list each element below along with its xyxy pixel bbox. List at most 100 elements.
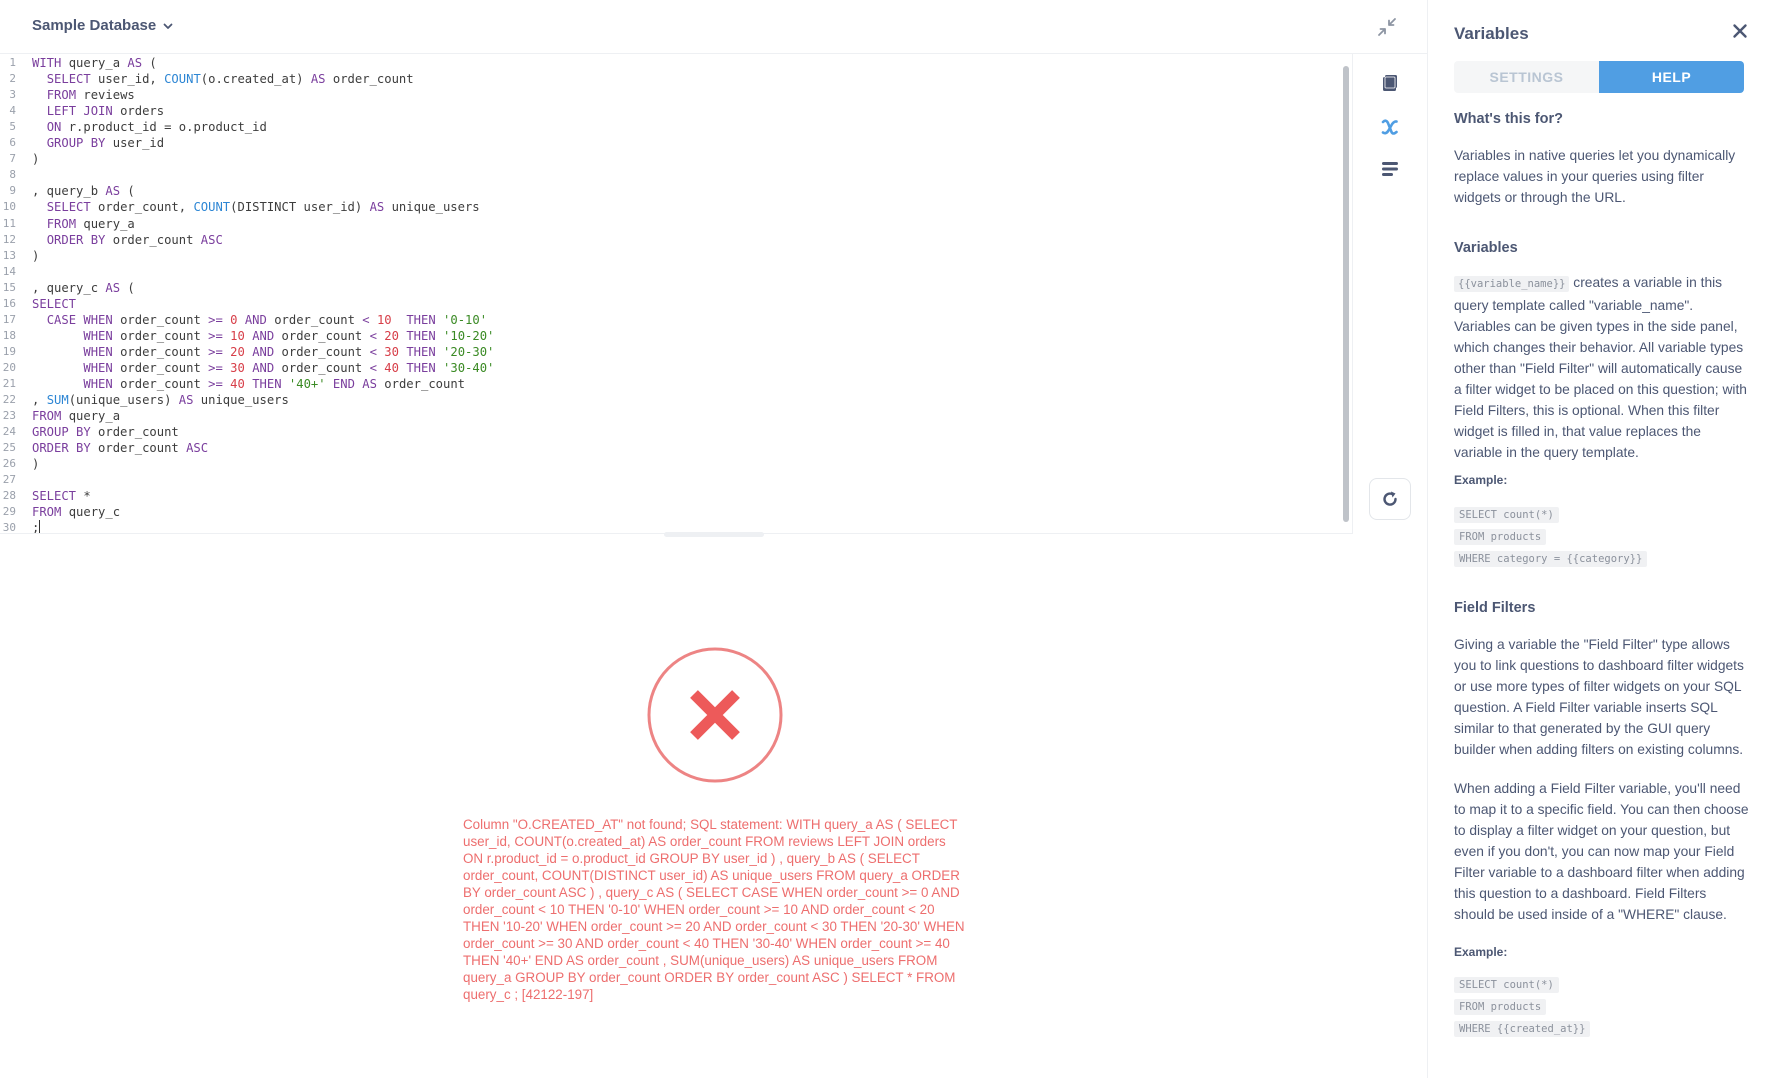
code-text: , query_b AS (: [32, 184, 135, 199]
line-number: 3: [9, 88, 16, 102]
code-text: FROM query_c: [32, 505, 121, 520]
code-text: SELECT order_count, COUNT(DISTINCT user_…: [46, 200, 480, 215]
query-error-panel: Column "O.CREATED_AT" not found; SQL sta…: [0, 536, 1427, 1078]
error-message: Column "O.CREATED_AT" not found; SQL sta…: [463, 817, 965, 1002]
query-editor-main: Sample Database 1 WITH query_a AS (2 SELE…: [0, 0, 1427, 1078]
collapse-icon[interactable]: [1376, 16, 1398, 38]
code-text: FROM query_a: [46, 216, 135, 231]
close-icon[interactable]: [1731, 22, 1749, 40]
code-line: 17 CASE WHEN order_count >= 0 AND order_…: [0, 312, 1330, 328]
variables-heading: Variables: [1454, 240, 1518, 256]
code-text: WHEN order_count >= 40 THEN '40+' END AS…: [83, 377, 466, 391]
code-line: 21 WHEN order_count >= 40 THEN '40+' END…: [0, 376, 1330, 392]
code-line: 2 SELECT user_id, COUNT(o.created_at) AS…: [0, 71, 1330, 87]
field-filters-text: Giving a variable the "Field Filter" typ…: [1454, 637, 1744, 757]
code-line: 23 FROM query_a: [0, 408, 1330, 424]
code-text: SELECT: [32, 296, 77, 311]
example-code-line: WHERE category = {{category}}: [1454, 551, 1648, 567]
line-number: 28: [2, 489, 16, 503]
refresh-icon: [1383, 491, 1397, 506]
code-line: 27: [0, 472, 1330, 488]
code-line: 3 FROM reviews: [0, 87, 1330, 103]
variables-text: {{variable_name}} creates a variable in …: [1454, 272, 1750, 463]
whats-this-for-heading: What's this for?: [1454, 111, 1563, 127]
code-line: 7): [0, 151, 1330, 167]
variables-description: creates a variable in this query templat…: [1454, 275, 1747, 460]
tab-settings[interactable]: SETTINGS: [1454, 61, 1599, 93]
line-number: 25: [2, 441, 16, 455]
line-number: 2: [9, 72, 16, 86]
code-line: 29 FROM query_c: [0, 504, 1330, 520]
sidebar-tabs: SETTINGS HELP: [1454, 61, 1744, 93]
database-name: Sample Database: [32, 17, 157, 34]
variables-button[interactable]: [1373, 110, 1407, 144]
code-text: WHEN order_count >= 10 AND order_count <…: [83, 328, 495, 343]
code-line: 22 , SUM(unique_users) AS unique_users: [0, 392, 1330, 408]
variable-x-icon: [1381, 119, 1398, 135]
line-number: 12: [2, 232, 16, 246]
editor-tool-column: [1352, 54, 1427, 534]
code-text: LEFT JOIN orders: [46, 104, 165, 119]
example-code-line: SELECT count(*): [1454, 977, 1559, 993]
code-text: ORDER BY order_count ASC: [32, 441, 209, 456]
line-number: 9: [9, 184, 16, 198]
snippets-button[interactable]: [1373, 152, 1407, 186]
code-line: 19 WHEN order_count >= 20 AND order_coun…: [0, 344, 1330, 360]
code-line: 6 GROUP BY user_id: [0, 135, 1330, 151]
example-code-line: FROM products: [1454, 999, 1547, 1015]
line-number: 13: [2, 248, 16, 262]
line-number: 10: [2, 200, 16, 214]
line-number: 7: [9, 152, 16, 166]
line-number: 8: [9, 168, 16, 182]
code-line: 24 GROUP BY order_count: [0, 424, 1330, 440]
code-text: FROM reviews: [46, 88, 135, 103]
sql-editor[interactable]: 1 WITH query_a AS (2 SELECT user_id, COUN…: [0, 54, 1352, 534]
code-line: 9 , query_b AS (: [0, 183, 1330, 199]
line-number: 22: [2, 393, 16, 407]
snippet-lines-icon: [1382, 162, 1398, 176]
code-text: , query_c AS (: [32, 280, 135, 295]
line-number: 4: [9, 104, 16, 118]
editor-topbar: Sample Database: [0, 0, 1427, 54]
run-query-button[interactable]: [1369, 478, 1411, 520]
editor-scrollbar[interactable]: [1343, 66, 1349, 522]
code-text: FROM query_a: [32, 409, 121, 424]
code-line: 18 WHEN order_count >= 10 AND order_coun…: [0, 328, 1330, 344]
code-line: 12 ORDER BY order_count ASC: [0, 232, 1330, 248]
line-number: 21: [2, 377, 16, 390]
code-line: 20 WHEN order_count >= 30 AND order_coun…: [0, 360, 1330, 376]
code-text: ): [32, 457, 40, 472]
code-text: WHEN order_count >= 20 AND order_count <…: [83, 344, 495, 359]
code-text: CASE WHEN order_count >= 0 AND order_cou…: [46, 312, 488, 327]
code-text: GROUP BY order_count: [32, 425, 179, 440]
example-label: Example:: [1454, 473, 1508, 487]
code-line: 28 SELECT *: [0, 488, 1330, 504]
tab-help[interactable]: HELP: [1599, 61, 1744, 93]
line-number: 24: [2, 425, 16, 439]
error-x-icon: [647, 647, 783, 783]
line-number: 15: [2, 280, 16, 294]
line-number: 11: [2, 216, 16, 230]
book-icon: [1383, 75, 1397, 91]
line-number: 1: [9, 56, 16, 69]
line-number: 16: [2, 296, 16, 310]
line-number: 23: [2, 409, 16, 423]
example-label: Example:: [1454, 945, 1508, 959]
code-line: 25 ORDER BY order_count ASC: [0, 440, 1330, 456]
code-text: SELECT user_id, COUNT(o.created_at) AS o…: [46, 72, 414, 87]
line-number: 29: [2, 505, 16, 519]
code-line: 5 ON r.product_id = o.product_id: [0, 119, 1330, 135]
code-line: 15 , query_c AS (: [0, 280, 1330, 296]
code-line: 26): [0, 456, 1330, 472]
variable-name-chip: {{variable_name}}: [1454, 276, 1570, 292]
variables-sidebar: Variables SETTINGS HELP What's this for?…: [1427, 0, 1767, 1078]
database-selector[interactable]: Sample Database: [32, 17, 174, 34]
code-line: 13): [0, 248, 1330, 264]
code-text: WHEN order_count >= 30 AND order_count <…: [83, 360, 495, 375]
code-line: 1 WITH query_a AS (: [0, 55, 1330, 71]
code-text: SELECT *: [32, 489, 91, 504]
data-reference-button[interactable]: [1373, 66, 1407, 100]
field-filters-heading: Field Filters: [1454, 600, 1536, 616]
line-number: 14: [2, 264, 16, 278]
example-code-line: WHERE {{created_at}}: [1454, 1021, 1591, 1037]
